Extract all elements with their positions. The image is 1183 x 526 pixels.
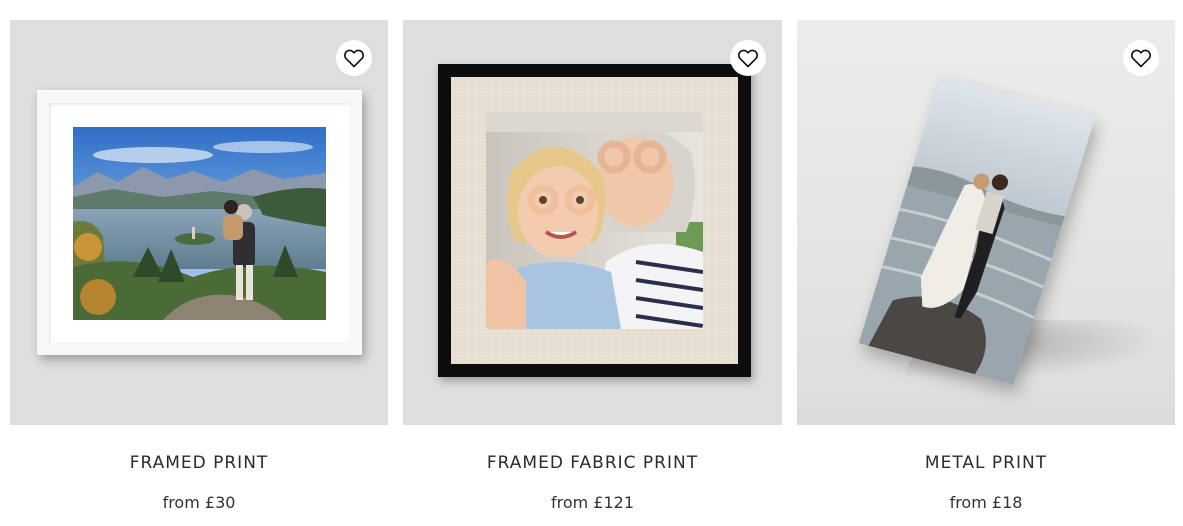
product-card-framed-fabric-print[interactable]: FRAMED FABRIC PRINT from £121 [403, 20, 782, 526]
product-title[interactable]: FRAMED PRINT [10, 453, 388, 473]
favorite-button[interactable] [1123, 40, 1159, 76]
product-card-metal-print[interactable]: METAL PRINT from £18 [797, 20, 1175, 526]
product-price: from £121 [550, 493, 635, 512]
favorite-button[interactable] [336, 40, 372, 76]
portrait-photo [486, 112, 703, 329]
heart-outline-icon [738, 49, 758, 68]
product-price: from £30 [162, 493, 236, 512]
product-card-framed-print[interactable]: FRAMED PRINT from £30 [10, 20, 388, 526]
white-frame [37, 90, 362, 355]
product-grid: FRAMED PRINT from £30 FRAMED FABRIC PRIN… [10, 20, 1175, 526]
product-image-framed-fabric-print[interactable] [403, 20, 782, 425]
product-title[interactable]: FRAMED FABRIC PRINT [403, 453, 782, 473]
heart-outline-icon [344, 49, 364, 68]
fabric-mount [451, 77, 738, 364]
product-image-framed-print[interactable] [10, 20, 388, 425]
landscape-photo [73, 127, 326, 320]
favorite-button[interactable] [730, 40, 766, 76]
black-frame [438, 64, 751, 377]
product-price: from £18 [949, 493, 1023, 512]
product-image-metal-print[interactable] [797, 20, 1175, 425]
product-title[interactable]: METAL PRINT [797, 453, 1175, 473]
heart-outline-icon [1131, 49, 1151, 68]
